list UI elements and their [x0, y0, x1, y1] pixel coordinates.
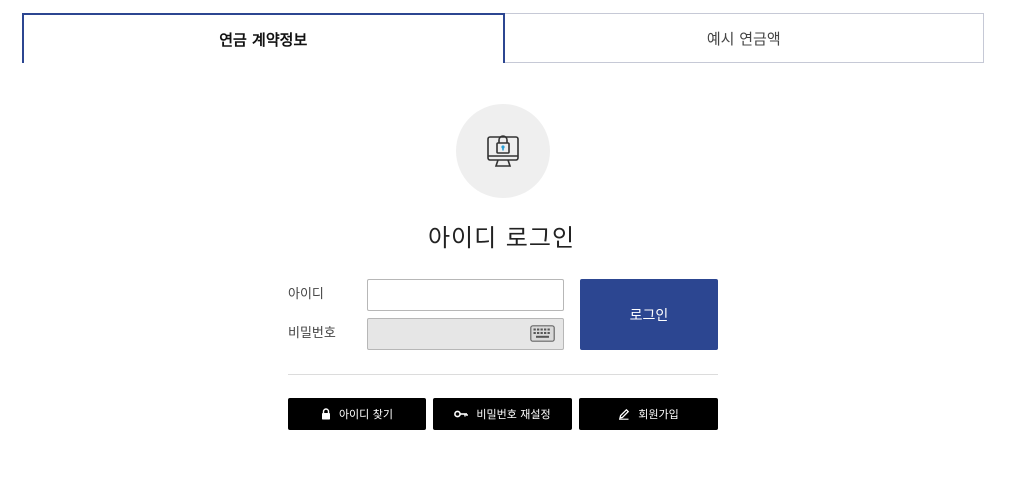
- divider: [288, 374, 718, 375]
- lock-icon: [321, 408, 330, 420]
- monitor-lock-icon: [456, 104, 550, 198]
- tab-label: 예시 연금액: [706, 29, 781, 48]
- find-id-button[interactable]: 아이디 찾기: [288, 398, 426, 430]
- pencil-icon: [619, 408, 630, 420]
- reset-password-label: 비밀번호 재설정: [476, 408, 551, 421]
- signup-button[interactable]: 회원가입: [579, 398, 718, 430]
- tab-pension-contract-info[interactable]: 연금 계약정보: [22, 13, 505, 63]
- page: 연금 계약정보 예시 연금액 아이디 로그인 아이디 비밀번호 로그인 아이디 …: [0, 0, 1024, 492]
- id-input[interactable]: [367, 279, 564, 311]
- tab-label: 연금 계약정보: [219, 30, 308, 49]
- tab-bar: 연금 계약정보 예시 연금액: [22, 13, 984, 63]
- reset-password-button[interactable]: 비밀번호 재설정: [433, 398, 572, 430]
- keyboard-icon[interactable]: [530, 325, 555, 342]
- password-label: 비밀번호: [288, 326, 336, 341]
- find-id-label: 아이디 찾기: [338, 408, 394, 421]
- key-icon: [454, 410, 469, 418]
- page-title: 아이디 로그인: [427, 224, 576, 252]
- login-button[interactable]: 로그인: [580, 279, 718, 350]
- id-label: 아이디: [288, 287, 324, 302]
- tab-example-pension-amount[interactable]: 예시 연금액: [504, 13, 984, 63]
- signup-label: 회원가입: [638, 408, 679, 421]
